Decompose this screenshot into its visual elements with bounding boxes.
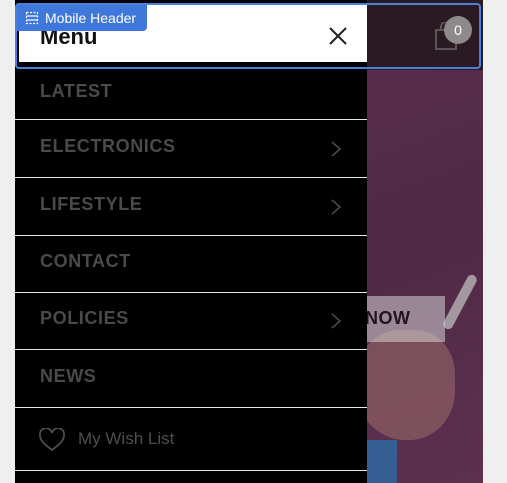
chevron-right-icon[interactable] [330, 140, 342, 158]
wish-list-label: My Wish List [78, 429, 175, 448]
menu-item-lifestyle[interactable]: LIFESTYLE [15, 178, 367, 236]
hero-cta-label: NOW [365, 308, 411, 328]
mobile-menu-drawer: Menu LATEST ELECTRONICS LIFESTYLE CONTAC… [15, 0, 367, 483]
menu-item-news[interactable]: NEWS [15, 350, 367, 408]
menu-item-latest[interactable]: LATEST [15, 62, 367, 120]
chevron-right-icon[interactable] [330, 312, 342, 330]
menu-item-contact[interactable]: CONTACT [15, 235, 367, 293]
wish-list-link[interactable]: My Wish List [15, 408, 367, 471]
menu-item-label: POLICIES [40, 308, 129, 328]
menu-item-label: CONTACT [40, 251, 131, 271]
menu-item-label: ELECTRONICS [40, 136, 176, 156]
menu-item-label: LATEST [40, 81, 113, 101]
heart-icon [39, 428, 65, 452]
hero-sleeve-image [367, 440, 397, 483]
cart-count-badge: 0 [444, 16, 472, 44]
menu-item-label: LIFESTYLE [40, 194, 143, 214]
section-icon [25, 11, 39, 25]
selection-tag[interactable]: Mobile Header [17, 5, 148, 31]
menu-item-label: NEWS [40, 366, 97, 386]
close-icon[interactable] [327, 25, 349, 47]
menu-item-policies[interactable]: POLICIES [15, 292, 367, 350]
selection-tag-label: Mobile Header [45, 10, 137, 26]
menu-item-electronics[interactable]: ELECTRONICS [15, 120, 367, 178]
hero-hand-image [355, 330, 455, 440]
chevron-right-icon[interactable] [330, 198, 342, 216]
